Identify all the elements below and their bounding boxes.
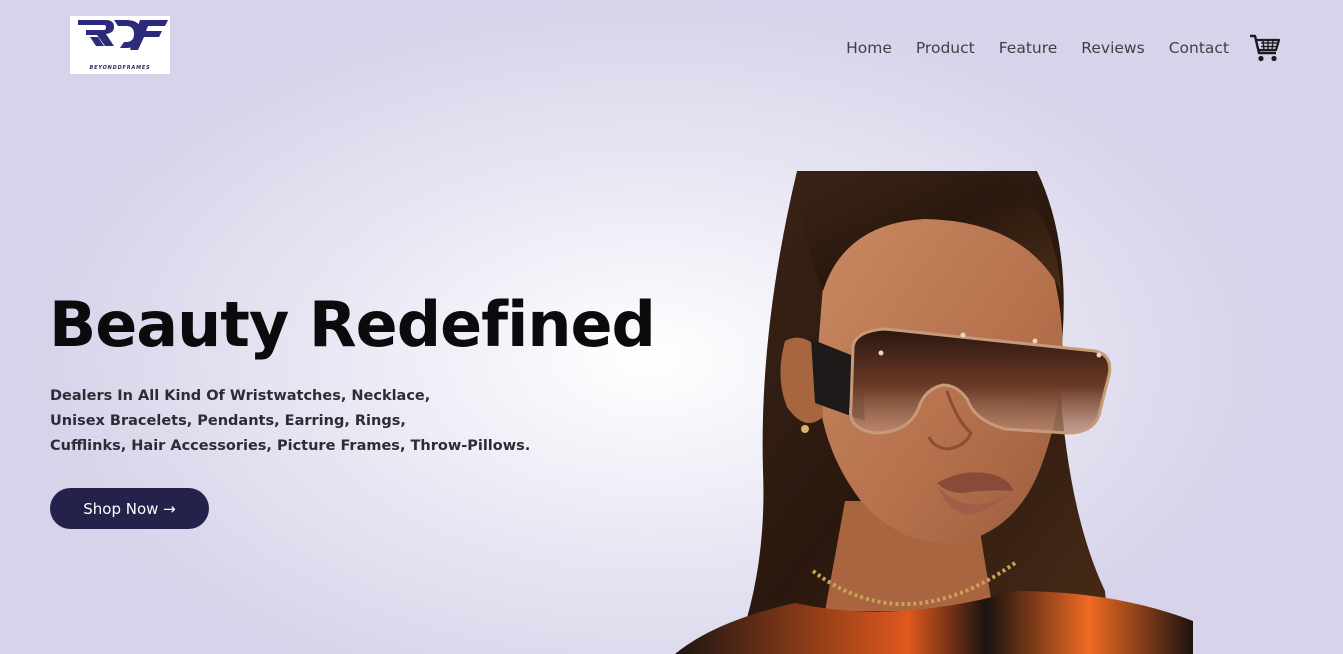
nav-home[interactable]: Home	[846, 39, 892, 57]
hero-subtitle-line: Unisex Bracelets, Pendants, Earring, Rin…	[50, 413, 406, 429]
main-nav: Home Product Feature Reviews Contact	[822, 32, 1281, 64]
hero-subtitle-line: Cufflinks, Hair Accessories, Picture Fra…	[50, 438, 531, 454]
nav-product[interactable]: Product	[916, 39, 975, 57]
hero-subtitle: Dealers In All Kind Of Wristwatches, Nec…	[50, 384, 530, 459]
hero-subtitle-line: Dealers In All Kind Of Wristwatches, Nec…	[50, 388, 431, 404]
logo-text: BEYONDDFRAMES	[89, 65, 151, 71]
hero-title: Beauty Redefined	[49, 288, 656, 361]
nav-reviews[interactable]: Reviews	[1081, 39, 1144, 57]
nav-feature[interactable]: Feature	[999, 39, 1058, 57]
logo-mark	[78, 20, 168, 50]
shop-now-button[interactable]: Shop Now →	[50, 488, 209, 529]
hero-model-image	[675, 171, 1193, 654]
brand-logo[interactable]: BEYONDDFRAMES	[70, 16, 170, 74]
shopping-cart-icon[interactable]	[1249, 32, 1281, 64]
nav-contact[interactable]: Contact	[1169, 39, 1229, 57]
